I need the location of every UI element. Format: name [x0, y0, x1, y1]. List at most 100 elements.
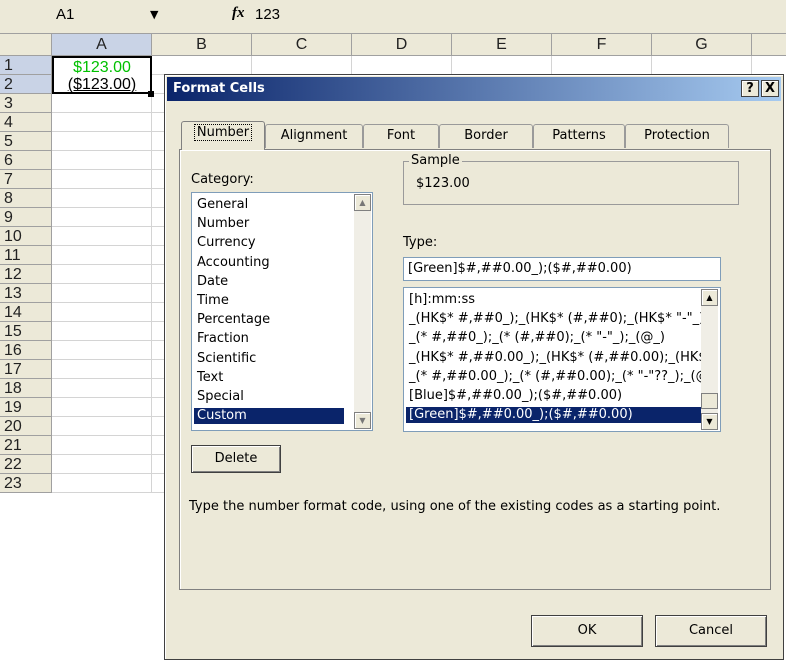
- column-header-b[interactable]: B: [152, 34, 252, 56]
- cell-a23[interactable]: [52, 474, 152, 493]
- category-item-time[interactable]: Time: [194, 293, 344, 309]
- row-header-23[interactable]: 23: [0, 474, 52, 493]
- type-list-item[interactable]: _(* #,##0_);_(* (#,##0);_(* "-"_);_(@_): [406, 330, 701, 346]
- tab-alignment[interactable]: Alignment: [265, 124, 363, 148]
- category-item-scientific[interactable]: Scientific: [194, 351, 344, 367]
- cell-a1[interactable]: $123.00: [52, 56, 152, 76]
- category-item-currency[interactable]: Currency: [194, 235, 344, 251]
- row-header-16[interactable]: 16: [0, 341, 52, 360]
- column-header-a[interactable]: A: [52, 34, 152, 56]
- tab-patterns[interactable]: Patterns: [533, 124, 625, 148]
- column-header-e[interactable]: E: [452, 34, 552, 56]
- category-item-text[interactable]: Text: [194, 370, 344, 386]
- cell-a20[interactable]: [52, 417, 152, 436]
- row-header-18[interactable]: 18: [0, 379, 52, 398]
- cell-a16[interactable]: [52, 341, 152, 360]
- type-list-item[interactable]: _(* #,##0.00_);_(* (#,##0.00);_(* "-"??_…: [406, 369, 701, 385]
- scroll-up-arrow-icon[interactable]: ▲: [701, 289, 718, 306]
- cell-a3[interactable]: [52, 94, 152, 113]
- ok-button[interactable]: OK: [531, 615, 643, 647]
- cell-c1[interactable]: [252, 56, 352, 75]
- row-header-3[interactable]: 3: [0, 94, 52, 113]
- category-item-accounting[interactable]: Accounting: [194, 255, 344, 271]
- category-item-special[interactable]: Special: [194, 389, 344, 405]
- type-list-scrollbar[interactable]: ▲ ▼: [701, 289, 718, 430]
- cell-a4[interactable]: [52, 113, 152, 132]
- type-list-item[interactable]: [Green]$#,##0.00_);($#,##0.00): [406, 407, 701, 424]
- scroll-down-arrow-icon[interactable]: ▼: [354, 412, 371, 429]
- scroll-up-arrow-icon[interactable]: ▲: [354, 194, 371, 211]
- cell-a7[interactable]: [52, 170, 152, 189]
- cell-a17[interactable]: [52, 360, 152, 379]
- category-scrollbar[interactable]: ▲ ▼: [354, 194, 371, 429]
- category-item-fraction[interactable]: Fraction: [194, 331, 344, 347]
- column-header-f[interactable]: F: [552, 34, 652, 56]
- formula-input[interactable]: 123: [255, 6, 280, 23]
- cell-a10[interactable]: [52, 227, 152, 246]
- row-header-2[interactable]: 2: [0, 75, 52, 94]
- cell-d1[interactable]: [352, 56, 452, 75]
- select-all-corner[interactable]: [0, 34, 52, 56]
- category-item-number[interactable]: Number: [194, 216, 344, 232]
- column-header-g[interactable]: G: [652, 34, 752, 56]
- type-list[interactable]: ▲ ▼ [h]:mm:ss _(HK$* #,##0_);_(HK$* (#,##…: [403, 287, 721, 432]
- row-header-1[interactable]: 1: [0, 56, 52, 75]
- row-header-4[interactable]: 4: [0, 113, 52, 132]
- type-list-item[interactable]: _(HK$* #,##0.00_);_(HK$* (#,##0.00);_(HK…: [406, 350, 701, 366]
- cell-a12[interactable]: [52, 265, 152, 284]
- category-item-date[interactable]: Date: [194, 274, 344, 290]
- row-header-21[interactable]: 21: [0, 436, 52, 455]
- name-box-dropdown-icon[interactable]: ▼: [150, 8, 158, 21]
- cancel-button[interactable]: Cancel: [655, 615, 767, 647]
- cell-a13[interactable]: [52, 284, 152, 303]
- row-header-8[interactable]: 8: [0, 189, 52, 208]
- tab-border[interactable]: Border: [439, 124, 533, 148]
- row-header-22[interactable]: 22: [0, 455, 52, 474]
- row-header-15[interactable]: 15: [0, 322, 52, 341]
- cell-a9[interactable]: [52, 208, 152, 227]
- row-header-13[interactable]: 13: [0, 284, 52, 303]
- category-item-general[interactable]: General: [194, 197, 344, 213]
- cell-f1[interactable]: [552, 56, 652, 75]
- category-list[interactable]: ▲ ▼ General Number Currency Accounting Date T…: [191, 192, 373, 431]
- row-header-6[interactable]: 6: [0, 151, 52, 170]
- cell-a22[interactable]: [52, 455, 152, 474]
- dialog-title-bar[interactable]: Format Cells ? X: [167, 77, 781, 101]
- tab-number[interactable]: Number: [181, 121, 265, 150]
- category-item-custom[interactable]: Custom: [194, 408, 344, 425]
- scroll-down-arrow-icon[interactable]: ▼: [701, 413, 718, 430]
- cell-a5[interactable]: [52, 132, 152, 151]
- cell-a19[interactable]: [52, 398, 152, 417]
- delete-button[interactable]: Delete: [191, 445, 281, 473]
- column-header-c[interactable]: C: [252, 34, 352, 56]
- category-item-percentage[interactable]: Percentage: [194, 312, 344, 328]
- type-input[interactable]: [Green]$#,##0.00_);($#,##0.00): [403, 257, 721, 281]
- row-header-11[interactable]: 11: [0, 246, 52, 265]
- row-header-17[interactable]: 17: [0, 360, 52, 379]
- help-button[interactable]: ?: [741, 80, 759, 97]
- row-header-5[interactable]: 5: [0, 132, 52, 151]
- name-box[interactable]: A1: [56, 6, 74, 23]
- cell-a14[interactable]: [52, 303, 152, 322]
- type-list-item[interactable]: [Blue]$#,##0.00_);($#,##0.00): [406, 388, 701, 404]
- type-list-item[interactable]: _(HK$* #,##0_);_(HK$* (#,##0);_(HK$* "-"…: [406, 311, 701, 327]
- cell-a8[interactable]: [52, 189, 152, 208]
- cell-e1[interactable]: [452, 56, 552, 75]
- close-button[interactable]: X: [761, 80, 779, 97]
- cell-a21[interactable]: [52, 436, 152, 455]
- fx-icon[interactable]: fx: [232, 5, 245, 22]
- row-header-10[interactable]: 10: [0, 227, 52, 246]
- cell-a2[interactable]: ($123.00): [52, 75, 152, 94]
- row-header-14[interactable]: 14: [0, 303, 52, 322]
- tab-protection[interactable]: Protection: [625, 124, 729, 148]
- cell-a6[interactable]: [52, 151, 152, 170]
- type-list-item[interactable]: [h]:mm:ss: [406, 292, 701, 308]
- cell-a11[interactable]: [52, 246, 152, 265]
- column-header-d[interactable]: D: [352, 34, 452, 56]
- row-header-19[interactable]: 19: [0, 398, 52, 417]
- cell-a15[interactable]: [52, 322, 152, 341]
- cell-g1[interactable]: [652, 56, 752, 75]
- fill-handle[interactable]: [148, 91, 154, 97]
- scroll-thumb[interactable]: [701, 393, 718, 409]
- cell-b1[interactable]: [152, 56, 252, 75]
